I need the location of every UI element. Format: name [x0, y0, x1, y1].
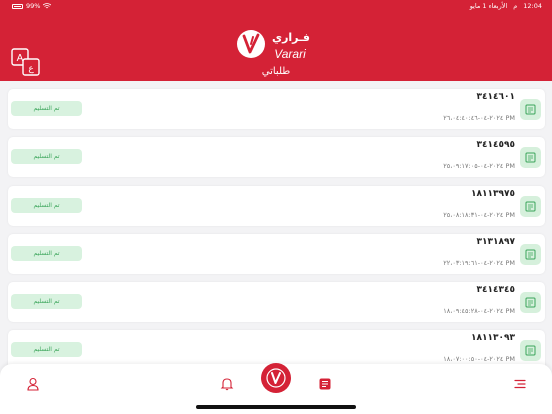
order-list-icon: [520, 340, 541, 362]
menu-icon: [514, 379, 526, 389]
status-time: 12:04: [523, 2, 542, 10]
bell-icon: [220, 378, 234, 391]
order-list-icon: [520, 292, 541, 314]
notifications-tab[interactable]: [216, 373, 238, 395]
home-tab[interactable]: [261, 363, 291, 393]
orders-list: تم التسليم ٣٤١٤٦٠١ ٢٠٢٤-٠٤-٢٦،٠٤:٤٠:٤٦ P…: [8, 89, 545, 379]
order-card[interactable]: تم التسليم ٣٤١٤٦٠١ ٢٠٢٤-٠٤-٢٦،٠٤:٤٠:٤٦ P…: [8, 89, 545, 129]
menu-tab[interactable]: [509, 373, 531, 395]
home-logo-icon: [266, 368, 286, 388]
status-date: الأربعاء 1 مايو: [469, 2, 508, 10]
order-card[interactable]: تم التسليم ٣٤١٤٥٩٥ ٢٠٢٤-٠٤-٢٥،٠٩:١٧:٠٥ P…: [8, 137, 545, 178]
order-number: ٣١٣١٨٩٧: [476, 236, 515, 247]
app-header: A ع فـراري Varari طلباتي: [0, 12, 552, 81]
status-badge: تم التسليم: [11, 294, 82, 310]
logo-arabic-text: فـراري: [272, 31, 310, 44]
status-bar: 99% الأربعاء 1 مايو م 12:04: [0, 0, 552, 12]
order-date: ٢٠٢٤-٠٤-٢٥،٠٨:١٨:٣١ PM: [443, 210, 515, 219]
order-date: ٢٠٢٤-٠٤-٢٦،٠٤:٤٠:٤٦ PM: [443, 114, 515, 122]
order-number: ٣٤١٤٥٩٥: [476, 140, 515, 151]
status-badge: تم التسليم: [11, 101, 82, 116]
home-indicator: [196, 405, 356, 409]
wifi-icon: [43, 3, 52, 9]
orders-list-icon: [319, 378, 331, 390]
order-date: ٢٠٢٤-٠٤-٢٢،٠٣:١٩:٦١ PM: [443, 258, 515, 267]
profile-tab[interactable]: [22, 373, 44, 395]
order-card[interactable]: تم التسليم ٣١٣١٨٩٧ ٢٠٢٤-٠٤-٢٢،٠٣:١٩:٦١ P…: [8, 233, 545, 274]
order-number: ٣٤١٤٦٠١: [476, 92, 515, 102]
order-list-icon: [520, 99, 541, 120]
order-list-icon: [520, 147, 541, 169]
status-badge: تم التسليم: [11, 197, 82, 213]
battery-percent: 99%: [26, 2, 41, 10]
orders-tab[interactable]: [314, 373, 336, 395]
order-date: ٢٠٢٤-٠٤-٢٥،٠٩:١٧:٠٥ PM: [443, 162, 515, 171]
page-title: طلباتي: [261, 66, 291, 77]
order-number: ٣٤١٤٣٤٥: [476, 285, 515, 296]
order-date: ٢٠٢٤-٠٤-١٨،٠٧:٠٠:٥٠ PM: [443, 355, 515, 364]
order-card[interactable]: تم التسليم ٣٤١٤٣٤٥ ٢٠٢٤-٠٤-١٨،٠٩:٤٥:٢٨ P…: [8, 282, 545, 323]
logo-latin-text: Varari: [274, 47, 306, 61]
status-badge: تم التسليم: [11, 149, 82, 165]
order-list-icon: [520, 195, 541, 217]
status-badge: تم التسليم: [11, 245, 82, 261]
order-list-icon: [520, 243, 541, 265]
order-number: ١٨١١٣٠٩٣: [471, 333, 515, 344]
status-badge: تم التسليم: [11, 342, 82, 358]
profile-icon: [27, 377, 39, 391]
order-date: ٢٠٢٤-٠٤-١٨،٠٩:٤٥:٢٨ PM: [443, 307, 515, 316]
battery-icon: [12, 3, 23, 9]
order-number: ١٨١١٣٩٧٥: [471, 188, 515, 199]
order-card[interactable]: تم التسليم ١٨١١٣٩٧٥ ٢٠٢٤-٠٤-٢٥،٠٨:١٨:٣١ …: [8, 185, 545, 226]
varari-logo: فـراري Varari: [236, 25, 316, 65]
status-ampm: م: [513, 2, 518, 10]
